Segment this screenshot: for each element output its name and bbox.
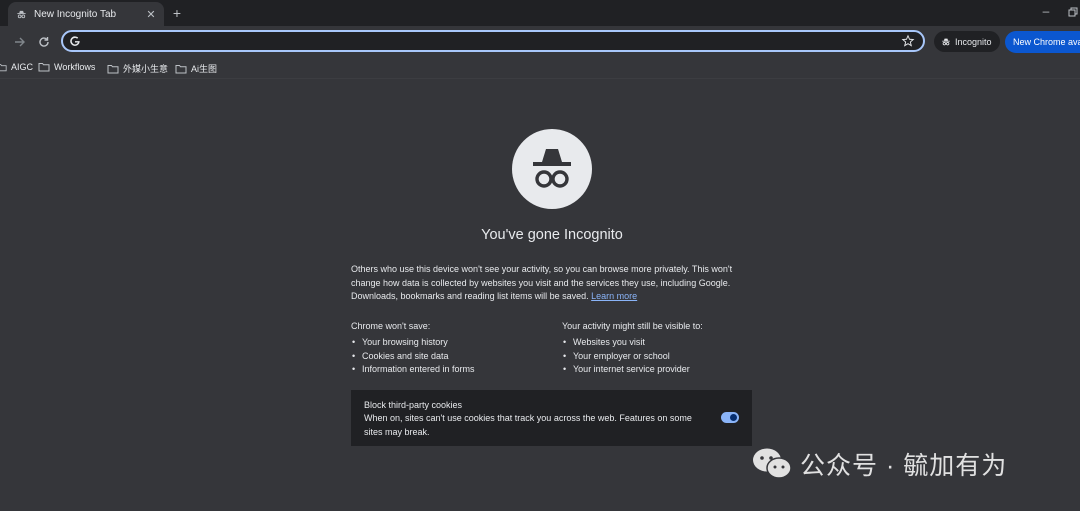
- address-input[interactable]: [87, 33, 887, 49]
- incognito-chip[interactable]: Incognito: [934, 31, 1000, 52]
- list-item: Your employer or school: [562, 350, 762, 364]
- folder-icon: [38, 63, 50, 72]
- incognito-icon: [942, 38, 950, 45]
- watermark-text: 公众号 · 毓加有为: [800, 452, 1008, 480]
- learn-more-link[interactable]: Learn more: [591, 291, 637, 301]
- intro-text: Others who use this device won't see you…: [351, 264, 733, 301]
- incognito-label: Incognito: [955, 36, 992, 47]
- wechat-watermark: 公众号 · 毓加有为: [752, 446, 1007, 482]
- folder-icon: [175, 64, 187, 73]
- incognito-hero-icon: [512, 129, 592, 209]
- reload-button[interactable]: [36, 34, 52, 50]
- intro-paragraph: Others who use this device won't see you…: [351, 263, 753, 304]
- close-icon[interactable]: ✕: [144, 7, 158, 21]
- tab-title: New Incognito Tab: [34, 8, 117, 20]
- tab-strip: New Incognito Tab ✕ + –: [0, 0, 1080, 26]
- bookmark-label: 外媒小生意: [123, 64, 169, 74]
- incognito-icon: [14, 7, 28, 21]
- toggle-knob: [730, 414, 737, 421]
- minimize-button[interactable]: –: [1040, 4, 1052, 18]
- wont-save-title: Chrome won't save:: [351, 321, 431, 331]
- wechat-icon: [753, 448, 792, 479]
- bookmark-folder-workflows[interactable]: Workflows: [38, 62, 95, 72]
- bookmark-folder-ai[interactable]: Ai生图: [175, 62, 217, 75]
- bookmarks-bar: AIGC Workflows 外媒小生意 Ai生图: [0, 58, 1080, 79]
- folder-icon: [107, 64, 119, 73]
- restore-button[interactable]: [1068, 4, 1080, 18]
- cookie-controls-card: Block third-party cookies When on, sites…: [351, 390, 752, 446]
- bookmark-label: Ai生图: [191, 64, 218, 74]
- list-item: Your internet service provider: [562, 363, 762, 377]
- list-item: Your browsing history: [351, 336, 551, 350]
- omnibox[interactable]: [61, 30, 925, 52]
- folder-icon: [0, 63, 7, 71]
- cookie-description: When on, sites can't use cookies that tr…: [364, 413, 692, 437]
- new-tab-button[interactable]: +: [170, 5, 184, 21]
- might-be-visible-section: Your activity might still be visible to:…: [562, 319, 762, 377]
- bookmark-label: Workflows: [54, 62, 96, 72]
- might-be-visible-title: Your activity might still be visible to:: [562, 321, 703, 331]
- arrow-right-icon: [15, 37, 25, 47]
- bookmark-star-icon[interactable]: [901, 34, 915, 48]
- bookmark-folder-waimei[interactable]: 外媒小生意: [107, 62, 168, 75]
- forward-button[interactable]: [12, 34, 28, 50]
- cookie-title: Block third-party cookies: [364, 400, 463, 410]
- list-item: Cookies and site data: [351, 350, 551, 364]
- bookmark-folder-aigc[interactable]: AIGC: [0, 62, 33, 72]
- wont-save-section: Chrome won't save: Your browsing history…: [351, 319, 551, 377]
- list-item: Information entered in forms: [351, 363, 551, 377]
- google-icon: [70, 36, 80, 46]
- block-cookies-toggle[interactable]: [721, 412, 739, 423]
- tab-new-incognito[interactable]: New Incognito Tab ✕: [8, 2, 164, 26]
- reload-icon: [39, 37, 49, 47]
- bookmark-label: AIGC: [11, 62, 34, 72]
- list-item: Websites you visit: [562, 336, 762, 350]
- page-title: You've gone Incognito: [481, 227, 623, 243]
- new-chrome-button[interactable]: New Chrome available: [1005, 31, 1080, 53]
